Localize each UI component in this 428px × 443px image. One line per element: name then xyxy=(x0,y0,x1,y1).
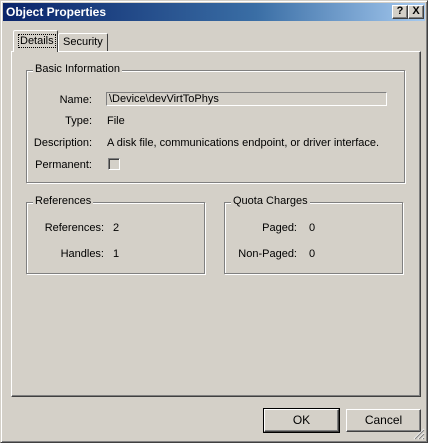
title-bar[interactable]: Object Properties ? X xyxy=(3,3,425,21)
details-panel xyxy=(11,51,421,397)
window-title: Object Properties xyxy=(6,5,107,19)
help-button[interactable]: ? xyxy=(392,5,408,19)
cancel-button[interactable]: Cancel xyxy=(346,409,421,432)
tab-security-label: Security xyxy=(63,36,103,48)
object-properties-window: Object Properties ? X Details Security B… xyxy=(0,0,428,443)
help-icon: ? xyxy=(396,5,404,17)
close-icon: X xyxy=(412,5,420,17)
close-button[interactable]: X xyxy=(408,5,424,19)
ok-button[interactable]: OK xyxy=(263,408,340,433)
tab-security[interactable]: Security xyxy=(58,33,108,51)
resize-grip-icon[interactable] xyxy=(413,428,425,440)
tab-details-label: Details xyxy=(18,34,56,48)
tab-details[interactable]: Details xyxy=(13,30,58,52)
